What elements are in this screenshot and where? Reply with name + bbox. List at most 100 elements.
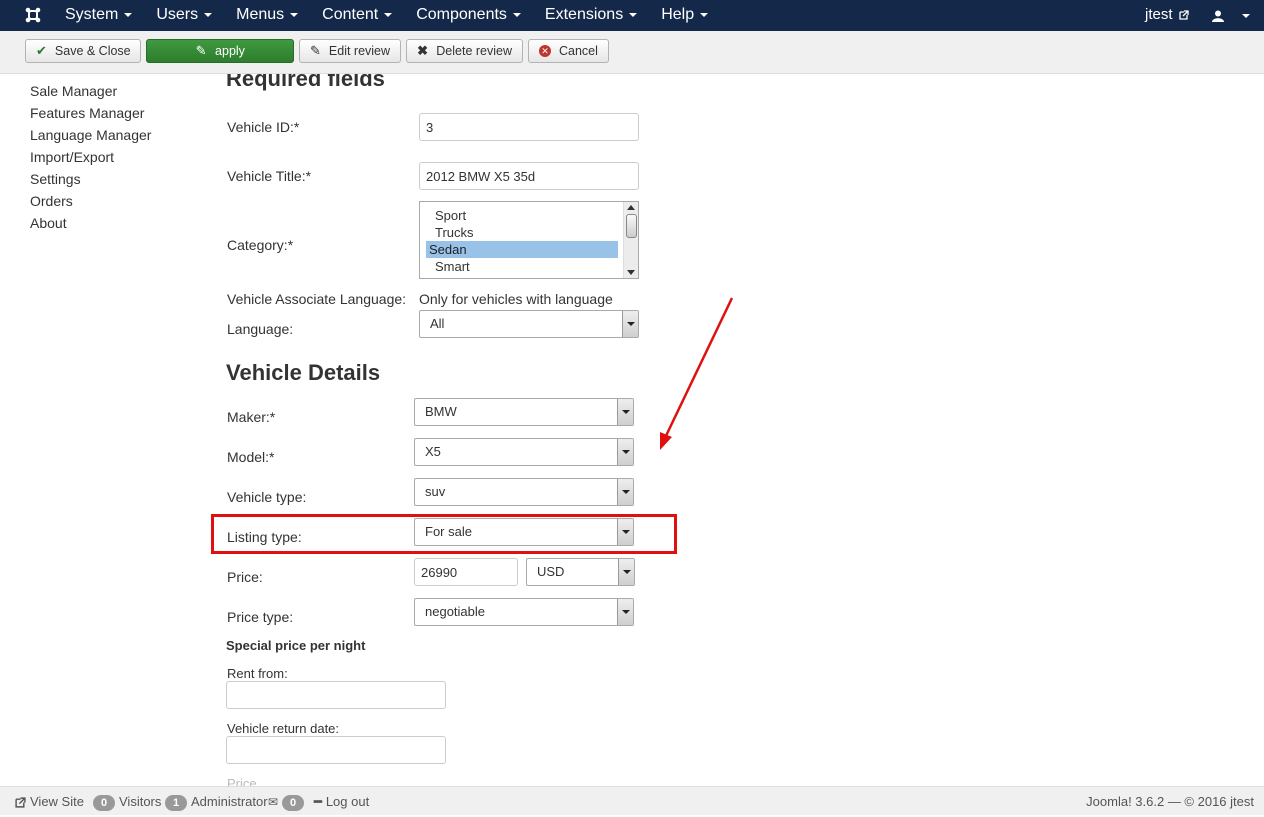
- price-partial-label: Price: [227, 776, 257, 786]
- price-label: Price:: [227, 569, 263, 585]
- scroll-down-icon[interactable]: [627, 270, 635, 275]
- language-select[interactable]: All: [419, 310, 639, 338]
- vehicle-type-select[interactable]: suv: [414, 478, 634, 506]
- user-icon: [1212, 10, 1224, 22]
- caret-down-icon: [124, 12, 133, 17]
- highlight-box: [211, 514, 677, 554]
- menu-label: Components: [416, 6, 507, 23]
- menu-menus[interactable]: Menus: [236, 0, 299, 31]
- associate-language-note: Only for vehicles with language: [419, 291, 613, 307]
- messages-badge: 0: [282, 794, 305, 811]
- category-option[interactable]: Trucks: [426, 224, 618, 241]
- logout-link[interactable]: ━ Log out: [314, 787, 369, 816]
- category-label: Category:*: [227, 237, 294, 253]
- caret-down-icon: [1241, 13, 1250, 18]
- dropdown-arrow-icon: [617, 479, 633, 505]
- select-value: BMW: [425, 404, 457, 419]
- button-label: Cancel: [559, 44, 598, 58]
- menu-system[interactable]: System: [65, 0, 133, 31]
- select-value: X5: [425, 444, 441, 459]
- menu-label: Help: [661, 6, 695, 23]
- site-link[interactable]: jtest: [1145, 0, 1189, 31]
- status-bar: View Site 0 Visitors 1 Administrator ✉ 0 ━ L…: [0, 786, 1264, 815]
- rent-from-label: Rent from:: [227, 666, 288, 681]
- button-label: Delete review: [436, 44, 512, 58]
- vehicle-title-input[interactable]: [419, 162, 639, 190]
- vehicle-type-label: Vehicle type:: [227, 489, 307, 505]
- section-heading-details: Vehicle Details: [226, 360, 381, 385]
- special-price-heading: Special price per night: [226, 638, 366, 653]
- price-type-select[interactable]: negotiable: [414, 598, 634, 626]
- delete-review-button[interactable]: ✖ Delete review: [406, 39, 523, 63]
- visitors-status: 0 Visitors: [93, 787, 161, 816]
- menu-users[interactable]: Users: [156, 0, 213, 31]
- category-option[interactable]: Sport: [426, 207, 618, 224]
- save-close-button[interactable]: ✔ Save & Close: [25, 39, 141, 63]
- associate-language-label: Vehicle Associate Language:: [227, 291, 407, 307]
- caret-down-icon: [204, 12, 213, 17]
- scroll-up-icon[interactable]: [627, 205, 635, 210]
- edit-review-button[interactable]: ✎ Edit review: [299, 39, 401, 63]
- menu-label: Extensions: [544, 6, 624, 23]
- vehicle-id-input[interactable]: [419, 113, 639, 141]
- admin-badge: 1: [165, 794, 187, 811]
- version-text: Joomla! 3.6.2 — © 2016 jtest: [1086, 794, 1254, 809]
- button-label: apply: [215, 44, 245, 58]
- scrollbar-thumb[interactable]: [626, 214, 637, 238]
- currency-select[interactable]: USD: [526, 558, 635, 586]
- price-type-label: Price type:: [227, 609, 294, 625]
- category-listbox[interactable]: Sport Trucks Sedan Smart: [419, 201, 639, 279]
- caret-down-icon: [629, 12, 638, 17]
- model-label: Model:*: [227, 449, 275, 465]
- envelope-icon: ✉: [268, 795, 279, 809]
- price-input[interactable]: [414, 558, 518, 586]
- model-select[interactable]: X5: [414, 438, 634, 466]
- category-option[interactable]: Smart: [426, 258, 618, 275]
- maker-select[interactable]: BMW: [414, 398, 634, 426]
- dropdown-arrow-icon: [617, 439, 633, 465]
- joomla-logo-icon[interactable]: [24, 6, 42, 24]
- return-date-input[interactable]: [226, 736, 446, 764]
- top-navbar: System Users Menus Content Components Ex…: [0, 0, 1264, 31]
- category-option-selected[interactable]: Sedan: [426, 241, 618, 258]
- menu-label: System: [65, 6, 119, 23]
- menu-label: Content: [322, 6, 379, 23]
- check-icon: ✔: [36, 43, 47, 58]
- view-site-link[interactable]: View Site: [15, 787, 84, 816]
- admin-status: 1 Administrator: [165, 787, 268, 816]
- select-value: All: [430, 316, 445, 331]
- select-value: negotiable: [425, 604, 485, 619]
- caret-down-icon: [700, 12, 709, 17]
- button-label: Save & Close: [54, 44, 131, 58]
- site-name: jtest: [1145, 6, 1173, 23]
- section-heading-required: Required fields: [226, 74, 385, 91]
- menu-help[interactable]: Help: [661, 0, 709, 31]
- edit-icon: ✎: [310, 43, 321, 58]
- edit-icon: ✎: [195, 43, 207, 58]
- vehicle-id-label: Vehicle ID:*: [227, 119, 300, 135]
- caret-down-icon: [384, 12, 393, 17]
- apply-button[interactable]: ✎ apply: [146, 39, 294, 63]
- visitors-badge: 0: [93, 794, 115, 811]
- minus-icon: ━: [314, 794, 322, 809]
- menu-components[interactable]: Components: [416, 0, 521, 31]
- vehicle-title-label: Vehicle Title:*: [227, 168, 312, 184]
- main-menu: System Users Menus Content Components Ex…: [65, 0, 732, 31]
- cancel-icon: ✕: [539, 45, 551, 57]
- user-menu[interactable]: [1212, 0, 1250, 31]
- dropdown-arrow-icon: [617, 599, 633, 625]
- listbox-scrollbar[interactable]: [623, 202, 638, 278]
- menu-label: Users: [156, 6, 199, 23]
- admin-label: Administrator: [191, 794, 268, 809]
- caret-down-icon: [290, 12, 299, 17]
- messages-status[interactable]: ✉ 0: [268, 787, 308, 816]
- return-date-label: Vehicle return date:: [227, 721, 340, 736]
- rent-from-input[interactable]: [226, 681, 446, 709]
- button-label: Edit review: [328, 44, 391, 58]
- menu-content[interactable]: Content: [322, 0, 393, 31]
- cancel-button[interactable]: ✕ Cancel: [528, 39, 609, 63]
- external-link-icon: [1179, 10, 1189, 20]
- menu-extensions[interactable]: Extensions: [544, 0, 638, 31]
- external-link-icon: [15, 797, 26, 808]
- close-icon: ✖: [417, 43, 429, 58]
